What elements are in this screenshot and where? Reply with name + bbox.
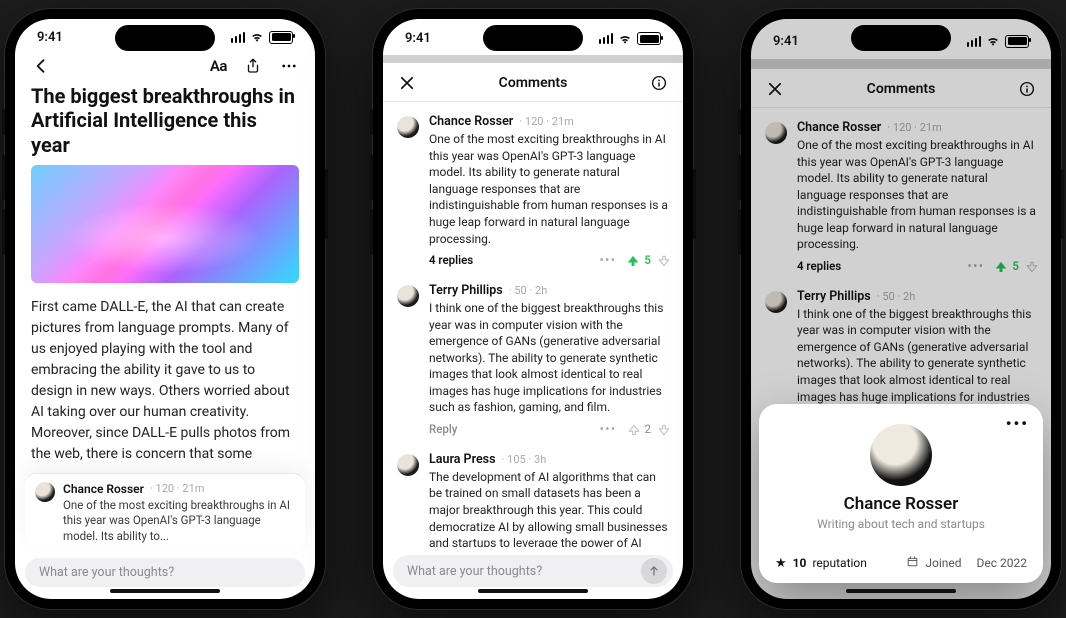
downvote-button[interactable] <box>657 254 669 266</box>
composer-placeholder: What are your thoughts? <box>407 564 542 579</box>
status-time: 9:41 <box>405 31 431 46</box>
battery-icon <box>637 32 661 45</box>
phone-profile-popover: 9:41 Comments <box>741 9 1061 609</box>
sheet-backdrop-strip <box>751 59 1051 69</box>
status-bar: 9:41 <box>751 19 1051 59</box>
sheet-title: Comments <box>867 81 936 97</box>
comment-text: One of the most exciting breakthroughs i… <box>797 137 1037 253</box>
sheet-title: Comments <box>499 75 568 91</box>
close-button[interactable] <box>765 79 785 99</box>
comment-row: Terry Phillips · 50 · 2h I think one of … <box>383 273 683 442</box>
downvote-button[interactable] <box>657 423 669 435</box>
text-size-button[interactable]: Aa <box>210 57 227 75</box>
comment-author[interactable]: Chance Rosser <box>797 120 881 135</box>
comment-row: Chance Rosser · 120 · 21m One of the mos… <box>751 110 1051 279</box>
comment-author[interactable]: Terry Phillips <box>429 283 503 298</box>
article-title: The biggest breakthroughs in Artificial … <box>15 82 315 165</box>
popover-more-button[interactable]: ••• <box>1006 414 1029 433</box>
close-button[interactable] <box>397 73 417 93</box>
article-body: First came DALL-E, the AI that can creat… <box>15 293 315 465</box>
preview-meta: · 120 · 21m <box>150 482 205 495</box>
status-time: 9:41 <box>773 34 799 49</box>
info-button[interactable] <box>1017 79 1037 99</box>
upvote-button[interactable] <box>994 260 1006 272</box>
reply-button[interactable]: Reply <box>429 422 457 436</box>
comment-author[interactable]: Terry Phillips <box>797 289 871 304</box>
cellular-icon <box>967 36 982 47</box>
avatar[interactable] <box>397 454 419 476</box>
home-indicator[interactable] <box>110 589 220 593</box>
phone-comments: 9:41 Comments <box>373 9 693 609</box>
vote-score: 2 <box>645 422 651 436</box>
back-button[interactable] <box>31 56 51 76</box>
profile-name: Chance Rosser <box>775 494 1027 514</box>
joined: Joined Dec 2022 <box>906 555 1027 571</box>
avatar <box>35 482 55 502</box>
comment-meta: · 105 · 3h <box>502 453 547 466</box>
comment-row: Chance Rosser · 120 · 21m One of the mos… <box>383 104 683 273</box>
phone-article: 9:41 Aa The big <box>5 9 325 609</box>
comment-text: I think one of the biggest breakthroughs… <box>429 300 669 416</box>
cellular-icon <box>599 33 614 44</box>
comment-meta: · 120 · 21m <box>519 115 574 128</box>
send-button[interactable] <box>641 558 667 584</box>
comment-meta: · 50 · 2h <box>877 290 916 303</box>
vote-score: 5 <box>1012 259 1019 273</box>
preview-author: Chance Rosser <box>63 482 144 496</box>
avatar[interactable] <box>397 285 419 307</box>
sheet-header: Comments <box>751 69 1051 108</box>
reputation: ★ 10 reputation <box>775 556 867 570</box>
profile-bio: Writing about tech and startups <box>775 517 1027 531</box>
composer-placeholder: What are your thoughts? <box>39 565 174 580</box>
comment-meta: · 50 · 2h <box>509 284 548 297</box>
calendar-icon <box>906 555 919 571</box>
wifi-icon <box>618 32 632 46</box>
comment-text: The development of AI algorithms that ca… <box>429 469 669 548</box>
sheet-header: Comments <box>383 63 683 102</box>
top-comment-preview[interactable]: Chance Rosser · 120 · 21m One of the mos… <box>25 473 305 551</box>
vote-score: 5 <box>644 253 651 267</box>
hero-image <box>31 165 299 283</box>
replies-link[interactable]: 4 replies <box>429 253 473 267</box>
status-bar: 9:41 <box>15 19 315 52</box>
comment-author[interactable]: Chance Rosser <box>429 114 513 129</box>
status-time: 9:41 <box>37 30 63 45</box>
comment-row: Laura Press · 105 · 3h The development o… <box>383 442 683 548</box>
wifi-icon <box>250 30 264 44</box>
avatar[interactable] <box>765 122 787 144</box>
wifi-icon <box>986 34 1000 48</box>
profile-avatar[interactable] <box>870 424 932 486</box>
share-button[interactable] <box>243 56 263 76</box>
comment-author[interactable]: Laura Press <box>429 452 496 467</box>
downvote-button[interactable] <box>1025 260 1037 272</box>
sheet-backdrop-strip <box>383 55 683 64</box>
profile-popover: ••• Chance Rosser Writing about tech and… <box>759 404 1043 583</box>
status-bar: 9:41 <box>383 19 683 55</box>
preview-text: One of the most exciting breakthroughs i… <box>63 498 295 545</box>
battery-icon <box>269 31 293 44</box>
comment-meta: · 120 · 21m <box>887 121 942 134</box>
home-indicator[interactable] <box>846 589 956 593</box>
avatar[interactable] <box>397 116 419 138</box>
star-icon: ★ <box>775 557 787 570</box>
home-indicator[interactable] <box>478 589 588 593</box>
battery-icon <box>1005 35 1029 48</box>
comments-list[interactable]: Chance Rosser · 120 · 21m One of the mos… <box>383 102 683 547</box>
article-toolbar: Aa <box>15 52 315 82</box>
cellular-icon <box>231 32 246 43</box>
comment-composer[interactable]: What are your thoughts? <box>25 558 305 587</box>
more-button[interactable] <box>279 56 299 76</box>
info-button[interactable] <box>649 73 669 93</box>
upvote-button[interactable] <box>626 254 638 266</box>
upvote-button[interactable] <box>627 423 639 435</box>
comment-composer[interactable]: What are your thoughts? <box>393 555 673 587</box>
replies-link[interactable]: 4 replies <box>797 259 841 273</box>
comment-text: One of the most exciting breakthroughs i… <box>429 131 669 247</box>
avatar[interactable] <box>765 291 787 313</box>
